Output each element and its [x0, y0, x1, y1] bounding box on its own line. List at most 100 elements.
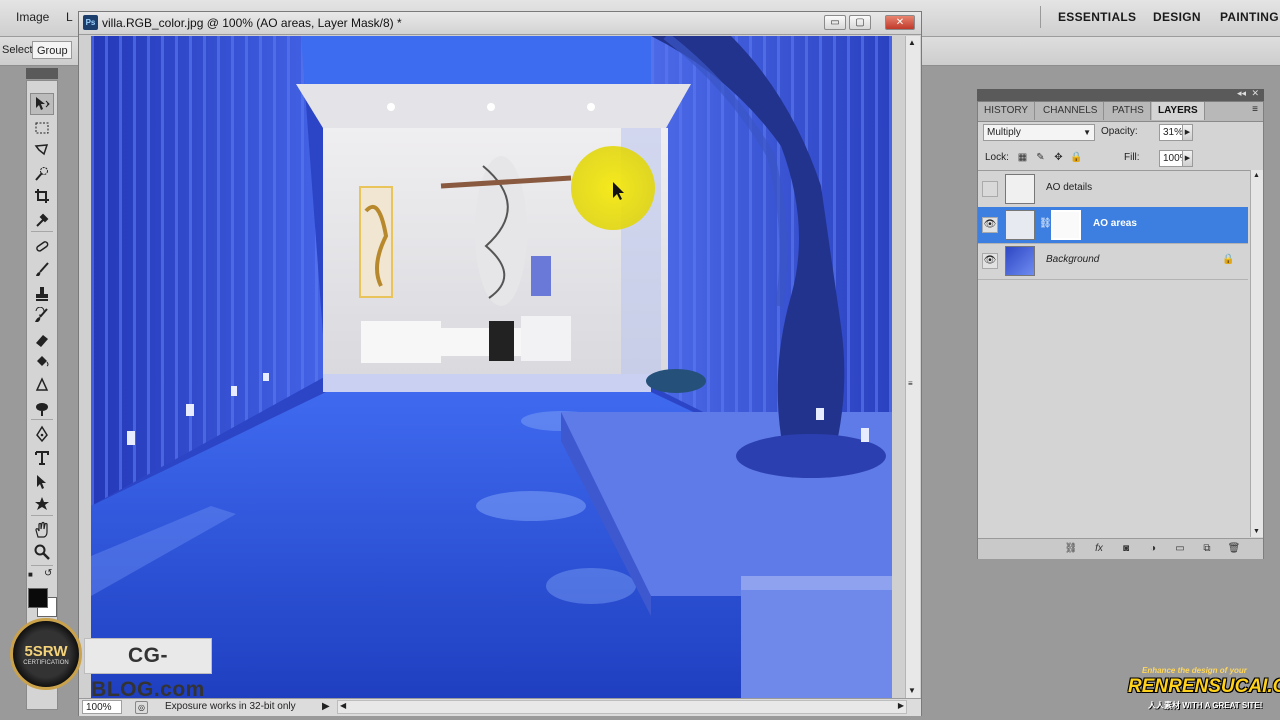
hand-tool-icon[interactable]: [30, 519, 54, 541]
scroll-up-icon[interactable]: ▲: [908, 38, 916, 47]
eyedropper-tool-icon[interactable]: [30, 209, 54, 231]
close-button[interactable]: ✕: [885, 15, 915, 30]
workspace-design[interactable]: DESIGN: [1153, 10, 1201, 24]
healing-brush-tool-icon[interactable]: [30, 235, 54, 257]
lock-icon: 🔒: [1222, 254, 1235, 265]
add-mask-icon[interactable]: ◙: [1119, 542, 1133, 556]
eye-icon[interactable]: 👁: [982, 217, 998, 233]
menu-image[interactable]: Image: [16, 10, 49, 24]
move-tool-icon[interactable]: [30, 93, 54, 115]
fx-icon[interactable]: fx: [1092, 542, 1106, 556]
status-bar: 100% ◎ Exposure works in 32-bit only ▶ ◀…: [79, 698, 921, 716]
dodge-tool-icon[interactable]: [30, 397, 54, 419]
adjustment-layer-icon[interactable]: ◑: [1146, 542, 1160, 556]
crop-tool-icon[interactable]: [30, 185, 54, 207]
layers-panel-header[interactable]: ◂◂ ✕: [977, 88, 1264, 101]
layer-thumbnail[interactable]: [1005, 246, 1035, 276]
tools-divider: [31, 419, 53, 420]
layers-list: AO details 👁 ⛓ AO areas 👁 Background 🔒: [978, 170, 1250, 538]
blur-tool-icon[interactable]: [30, 375, 54, 397]
tools-panel: ■ ↺: [26, 80, 58, 710]
layer-name[interactable]: Background: [1046, 254, 1099, 265]
quick-selection-tool-icon[interactable]: [30, 163, 54, 185]
scroll-right-icon[interactable]: ▶: [898, 701, 904, 710]
blend-mode-value: Multiply: [987, 127, 1021, 138]
menu-layer-truncated[interactable]: L: [66, 10, 73, 24]
workspace-essentials[interactable]: ESSENTIALS: [1058, 10, 1136, 24]
path-selection-tool-icon[interactable]: [30, 471, 54, 493]
opacity-slider-arrow-icon[interactable]: ▶: [1182, 124, 1193, 141]
foreground-color-swatch[interactable]: [28, 588, 48, 608]
image-canvas[interactable]: [91, 36, 892, 698]
layers-panel: HISTORY CHANNELS PATHS LAYERS ≡ Multiply…: [977, 101, 1264, 559]
scroll-down-icon[interactable]: ▼: [908, 686, 916, 695]
lock-transparency-icon[interactable]: ▦: [1016, 151, 1029, 164]
layer-thumbnail[interactable]: [1005, 174, 1035, 204]
custom-shape-tool-icon[interactable]: [30, 493, 54, 515]
scroll-grip-icon[interactable]: ≡: [908, 379, 913, 388]
swap-colors-icon[interactable]: ↺: [44, 568, 56, 580]
scroll-left-icon[interactable]: ◀: [340, 701, 346, 710]
maximize-button[interactable]: ▢: [849, 15, 871, 30]
opacity-label: Opacity:: [1101, 126, 1138, 137]
tools-divider: [31, 565, 53, 566]
lock-label: Lock:: [985, 152, 1009, 163]
tab-history[interactable]: HISTORY: [978, 102, 1036, 120]
mask-link-icon[interactable]: ⛓: [1039, 218, 1052, 229]
status-menu-arrow-icon[interactable]: ▶: [322, 701, 330, 712]
history-brush-tool-icon[interactable]: [30, 305, 54, 327]
tab-paths[interactable]: PATHS: [1106, 102, 1151, 120]
layer-row-ao-details[interactable]: AO details: [978, 171, 1248, 208]
tab-layers[interactable]: LAYERS: [1152, 102, 1205, 120]
scroll-down-icon[interactable]: ▼: [1253, 528, 1260, 535]
watermark-badge-logo: 5SRW CERTIFICATION: [10, 618, 82, 690]
horizontal-scrollbar[interactable]: ◀ ▶: [337, 700, 907, 714]
new-group-icon[interactable]: ▭: [1173, 542, 1187, 556]
trash-icon[interactable]: 🗑: [1227, 542, 1241, 556]
tools-divider: [31, 231, 53, 232]
watermark-site-name: RENRENSUCAI.COM: [1128, 676, 1280, 697]
auto-select-label: Select:: [2, 44, 36, 56]
lock-all-icon[interactable]: 🔒: [1070, 151, 1083, 164]
vertical-scrollbar[interactable]: ▲ ≡ ▼: [905, 36, 920, 698]
type-tool-icon[interactable]: [30, 447, 54, 469]
watermark-site-logo: Enhance the design of your RENRENSUCAI.C…: [1120, 664, 1280, 720]
lock-position-icon[interactable]: ✥: [1052, 151, 1065, 164]
chevron-down-icon: ▼: [1083, 128, 1091, 137]
auto-select-dropdown[interactable]: Group: [32, 41, 72, 59]
document-title-bar[interactable]: Ps villa.RGB_color.jpg @ 100% (AO areas,…: [79, 12, 921, 35]
eye-icon[interactable]: 👁: [982, 253, 998, 269]
tools-divider: [31, 515, 53, 516]
layer-name[interactable]: AO areas: [1093, 218, 1137, 229]
panel-menu-icon[interactable]: ≡: [1252, 104, 1258, 115]
marquee-tool-icon[interactable]: [30, 117, 54, 139]
default-colors-icon[interactable]: ■: [28, 570, 40, 580]
layers-scrollbar[interactable]: ▲ ▼: [1250, 170, 1263, 537]
layer-mask-thumbnail[interactable]: [1051, 210, 1081, 240]
zoom-tool-icon[interactable]: [30, 541, 54, 563]
lasso-tool-icon[interactable]: [30, 139, 54, 161]
layer-name[interactable]: AO details: [1046, 182, 1092, 193]
scroll-up-icon[interactable]: ▲: [1253, 172, 1260, 179]
new-layer-icon[interactable]: ⧉: [1200, 542, 1214, 556]
lock-pixels-icon[interactable]: ✎: [1034, 151, 1047, 164]
minimize-button[interactable]: ▭: [824, 15, 846, 30]
paint-bucket-tool-icon[interactable]: [30, 351, 54, 373]
fill-slider-arrow-icon[interactable]: ▶: [1182, 150, 1193, 167]
link-layers-icon[interactable]: ⛓: [1064, 542, 1078, 556]
clone-stamp-tool-icon[interactable]: [30, 283, 54, 305]
layer-thumbnail[interactable]: [1005, 210, 1035, 240]
brush-tool-icon[interactable]: [30, 259, 54, 281]
badge-title: 5SRW: [24, 642, 68, 660]
tab-channels[interactable]: CHANNELS: [1037, 102, 1105, 120]
layer-row-ao-areas[interactable]: 👁 ⛓ AO areas: [978, 207, 1248, 244]
eraser-tool-icon[interactable]: [30, 329, 54, 351]
close-panel-icon[interactable]: ✕: [1251, 88, 1259, 99]
blend-mode-dropdown[interactable]: Multiply ▼: [983, 124, 1095, 141]
layer-row-background[interactable]: 👁 Background 🔒: [978, 243, 1248, 280]
collapse-panel-icon[interactable]: ◂◂: [1237, 88, 1246, 99]
pen-tool-icon[interactable]: [30, 423, 54, 445]
workspace-painting[interactable]: PAINTING: [1220, 10, 1279, 24]
visibility-toggle-off[interactable]: [982, 181, 998, 197]
tools-panel-header[interactable]: [26, 68, 58, 79]
